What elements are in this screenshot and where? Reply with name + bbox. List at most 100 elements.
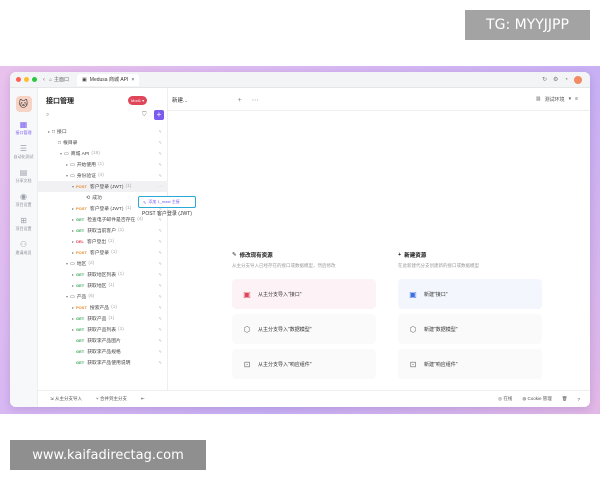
edit-icon[interactable]: ✎ <box>159 327 162 332</box>
tree-row-label: 地区 <box>76 262 87 267</box>
tree-row[interactable]: ▸ DEL 客户登出 (1) ✎ <box>38 236 168 247</box>
tree-row[interactable]: ▾ ▭ 地区 (2) ✎ <box>38 258 168 269</box>
rail-item-label: 自动化测试 <box>13 154 34 159</box>
edit-icon[interactable]: ✎ <box>159 283 162 288</box>
tree-row[interactable]: ▾ ▭ 身份验证 (4) ✎ <box>38 170 168 181</box>
add-button[interactable]: + <box>154 110 164 120</box>
new-api-card[interactable]: ▣ 新建"接口" <box>398 279 542 309</box>
folder-icon: ▭ <box>64 150 69 157</box>
tab-active[interactable]: ▣ Medusa 商城 API × <box>77 73 140 86</box>
rail-item[interactable]: ⚇ 邀请成员 <box>10 240 37 256</box>
tree-row-label: 搜索产品 <box>89 306 110 311</box>
edit-icon[interactable]: ✎ <box>159 305 162 310</box>
import-model-card[interactable]: ⬡ 从主分支导入"数据模型" <box>232 314 376 344</box>
tab-home-label: 主面口 <box>54 77 70 83</box>
tree-row[interactable]: ▸ ▭ 开始使用 (1) ✎ <box>38 159 168 170</box>
new-api-label: 新建"接口" <box>424 291 448 298</box>
maximize-dot[interactable] <box>32 77 37 82</box>
close-dot[interactable] <box>16 77 21 82</box>
new-model-card[interactable]: ⬡ 新建"数据模型" <box>398 314 542 344</box>
import-branch-button[interactable]: ⇲ 从主分支导入 <box>50 396 82 402</box>
rail-item[interactable]: ☰ 自动化测试 <box>10 144 37 160</box>
bottom-right: ◎ 在线 ◍ Cookie 管理 🗑 ? <box>498 396 580 402</box>
notification-icon[interactable]: ◔ <box>564 77 568 83</box>
env-selector[interactable]: ▥ 测试环境 ▾ ≡ <box>536 96 578 103</box>
edit-icon[interactable]: ✎ <box>159 261 162 266</box>
tree-row[interactable]: □ 根目录 ✎ <box>38 137 168 148</box>
edit-icon[interactable]: ✎ <box>159 217 162 222</box>
branch-badge[interactable]: Mod1 ▾ <box>128 96 148 105</box>
edit-icon[interactable]: ✎ <box>159 360 162 365</box>
edit-icon[interactable]: ✎ <box>159 316 162 321</box>
edit-icon[interactable]: ✎ <box>159 272 162 277</box>
tree-row[interactable]: ▸ GET 获取地区 (1) ✎ <box>38 280 168 291</box>
edit-icon[interactable]: ✎ <box>159 151 162 156</box>
tree-row[interactable]: ▸ □ 接口 ✎ <box>38 126 168 137</box>
rail-item-label: 接口管理 <box>15 130 32 135</box>
tree-row[interactable]: ▸ POST 客户登录 (1) ✎ <box>38 247 168 258</box>
folder-icon: ▭ <box>70 293 75 300</box>
tree-row[interactable]: ▸ GET 获取产品 (1) ✎ <box>38 313 168 324</box>
folder-icon: ▭ <box>70 260 75 267</box>
avatar[interactable] <box>574 75 582 84</box>
more-icon[interactable]: ⋯ <box>158 184 162 189</box>
tree-row[interactable]: GET 获取李产品图片 ✎ <box>38 335 168 346</box>
merge-branch-button[interactable]: ⑂ 合并到主分支 <box>96 396 127 402</box>
edit-icon[interactable]: ✎ <box>159 140 162 145</box>
edit-icon[interactable]: ✎ <box>159 173 162 178</box>
tree-row-count: (1) <box>125 206 132 211</box>
api-card-icon: ▣ <box>409 289 417 299</box>
add-mast-button[interactable]: ✎ 添加 1_mast 主接 <box>138 196 196 208</box>
app-icon: ▣ <box>82 76 87 83</box>
menu-icon[interactable]: ≡ <box>575 96 578 103</box>
tree-row[interactable]: GET 获取李产品规格 ✎ <box>38 346 168 357</box>
edit-icon[interactable]: ✎ <box>159 228 162 233</box>
new-response-card[interactable]: ⊡ 新建"响应组件" <box>398 349 542 379</box>
tab-new[interactable]: 新建... <box>172 96 188 104</box>
tab-active-label: Medusa 商城 API <box>89 77 129 83</box>
tree-row[interactable]: ▾ POST 客户登录 (JWT) (1) ⋯ <box>38 181 168 192</box>
edit-icon[interactable]: ✎ <box>159 129 162 134</box>
close-tab-icon[interactable]: × <box>131 77 134 83</box>
edit-icon[interactable]: ✎ <box>159 349 162 354</box>
filter-icon[interactable]: ⛉ <box>142 112 147 119</box>
tree-row[interactable]: ▸ GET 获取产品列表 (1) ✎ <box>38 324 168 335</box>
refresh-icon[interactable]: ↻ <box>542 76 547 83</box>
edit-icon[interactable]: ✎ <box>159 162 162 167</box>
tree-row[interactable]: ▸ GET 获取地区列表 (1) ✎ <box>38 269 168 280</box>
chevron-down-icon: ▾ <box>568 96 572 102</box>
settings-icon[interactable]: ⚙ <box>553 76 558 83</box>
tree-row-count: (6) <box>88 294 95 299</box>
trash-icon[interactable]: 🗑 <box>562 396 568 402</box>
collapse-icon[interactable]: ⇤ <box>141 396 145 402</box>
api-card-icon: ▣ <box>243 289 251 299</box>
minimize-dot[interactable] <box>24 77 29 82</box>
search-icon[interactable]: ⌕ <box>46 112 49 119</box>
more-icon[interactable]: ⋯ <box>252 96 259 104</box>
env-label: 测试环境 <box>544 97 565 103</box>
back-icon[interactable]: ‹ <box>43 77 45 83</box>
bottom-bar: ⇲ 从主分支导入 ⑂ 合并到主分支 ⇤ ◎ 在线 ◍ Cookie 管理 🗑 ? <box>38 390 590 407</box>
edit-icon[interactable]: ✎ <box>159 250 162 255</box>
tree-row[interactable]: ▾ ▭ 商城 API (19) ✎ <box>38 148 168 159</box>
help-icon[interactable]: ? <box>577 397 580 402</box>
window-controls <box>16 77 37 82</box>
online-status[interactable]: ◎ 在线 <box>498 396 512 402</box>
edit-icon[interactable]: ✎ <box>159 239 162 244</box>
rail-item[interactable]: ▤ 分享文档 <box>10 168 37 184</box>
add-tab-icon[interactable]: + <box>238 97 242 104</box>
rail-item[interactable]: ◉ 项目设置 <box>10 192 37 208</box>
cookie-button[interactable]: ◍ Cookie 管理 <box>522 396 551 402</box>
rail-item[interactable]: ⊞ 项目设置 <box>10 216 37 232</box>
import-api-card[interactable]: ▣ 从主分支导入"接口" <box>232 279 376 309</box>
import-response-card[interactable]: ⊡ 从主分支导入"响应组件" <box>232 349 376 379</box>
tree-row[interactable]: ▸ POST 搜索产品 (1) ✎ <box>38 302 168 313</box>
tree-row[interactable]: ▾ ▭ 产品 (6) ✎ <box>38 291 168 302</box>
rail-item[interactable]: ▦ 接口管理 <box>10 120 37 136</box>
tree-row[interactable]: GET 获取李产品使用说明 ✎ <box>38 357 168 368</box>
tree-row[interactable]: ▸ GET 获取当前客户 (1) ✎ <box>38 225 168 236</box>
edit-icon[interactable]: ✎ <box>159 338 162 343</box>
tab-home[interactable]: ⌂ 主面口 <box>49 76 70 84</box>
edit-icon[interactable]: ✎ <box>159 294 162 299</box>
tree-row-label: 商城 API <box>70 152 90 157</box>
